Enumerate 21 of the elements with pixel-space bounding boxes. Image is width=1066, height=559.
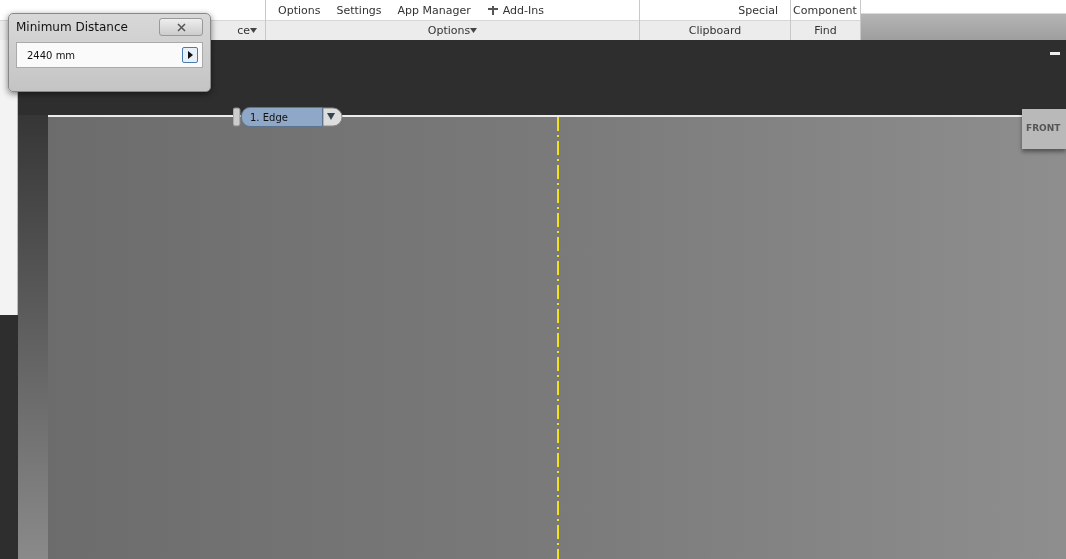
ribbon-command[interactable]: Options (278, 3, 321, 17)
apply-button[interactable] (182, 47, 198, 63)
caret-icon (250, 28, 257, 34)
dropdown-icon[interactable] (323, 107, 343, 127)
dialog-title: Minimum Distance (16, 20, 128, 34)
close-icon (176, 22, 186, 32)
distance-field[interactable]: 2440 mm (16, 42, 203, 68)
grip-icon[interactable] (233, 107, 241, 127)
ribbon-command[interactable]: Special (738, 3, 778, 17)
close-button[interactable] (159, 18, 203, 36)
ribbon-command[interactable]: Component (793, 3, 857, 17)
panel-label[interactable]: Options (266, 20, 639, 40)
view-cube[interactable]: FRONT (1022, 109, 1066, 149)
ribbon-command[interactable]: App Manager (397, 3, 471, 17)
play-icon (187, 51, 193, 59)
caret-icon (470, 28, 478, 34)
selection-tag[interactable]: 1. Edge (241, 107, 323, 127)
ribbon-command[interactable]: Settings (336, 3, 382, 17)
panel-label[interactable]: Find (791, 20, 860, 40)
ribbon-command[interactable]: Add-Ins (486, 3, 544, 17)
panel-label[interactable]: Clipboard (640, 20, 790, 40)
